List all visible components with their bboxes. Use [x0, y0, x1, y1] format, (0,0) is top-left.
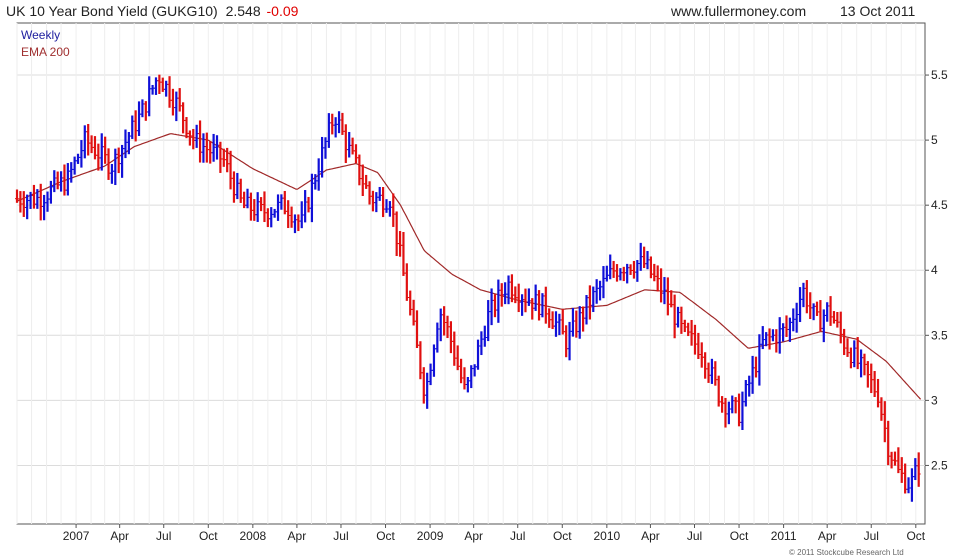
- chart-title-text: UK 10 Year Bond Yield (GUKG10): [6, 3, 218, 19]
- x-tick-label: Apr: [464, 529, 483, 543]
- y-tick-label: 5.5: [931, 68, 948, 82]
- x-tick-label: 2010: [593, 529, 620, 543]
- y-tick-label: 3.5: [931, 328, 948, 342]
- x-tick-label: 2008: [239, 529, 266, 543]
- x-tick-label: Oct: [199, 529, 218, 543]
- x-tick-label: Apr: [641, 529, 660, 543]
- x-tick-label: Oct: [730, 529, 749, 543]
- plot-area: [16, 22, 926, 525]
- copyright-credit: © 2011 Stockcube Research Ltd: [789, 548, 904, 557]
- x-tick-label: Jul: [510, 529, 525, 543]
- x-axis: 2007 Apr Jul Oct 2008 Apr Jul Oct 2009 Apr Jul Oct 2…: [63, 524, 926, 543]
- x-tick-label: Jul: [687, 529, 702, 543]
- legend-weekly: Weekly: [21, 28, 60, 42]
- x-tick-label: 2011: [771, 529, 797, 543]
- x-tick-label: Apr: [288, 529, 307, 543]
- x-tick-label: Jul: [864, 529, 879, 543]
- x-tick-label: Oct: [906, 529, 925, 543]
- x-tick-label: Apr: [818, 529, 837, 543]
- y-tick-label: 2.5: [931, 458, 948, 472]
- x-tick-label: Apr: [110, 529, 129, 543]
- chart-title: UK 10 Year Bond Yield (GUKG10) 2.548 -0.…: [6, 3, 299, 19]
- y-tick-label: 5: [931, 133, 938, 147]
- y-tick-label: 4: [931, 263, 938, 277]
- x-tick-label: 2007: [63, 529, 90, 543]
- site-link[interactable]: www.fullermoney.com: [670, 3, 806, 19]
- legend-ema: EMA 200: [21, 45, 70, 59]
- change-value: -0.09: [267, 3, 299, 19]
- y-tick-label: 3: [931, 393, 938, 407]
- x-tick-label: 2009: [417, 529, 444, 543]
- x-tick-label: Oct: [376, 529, 395, 543]
- y-tick-label: 4.5: [931, 198, 948, 212]
- y-axis: 2.5 3 3.5 4 4.5 5 5.5: [925, 68, 948, 472]
- last-value: 2.548: [226, 3, 261, 19]
- x-tick-label: Oct: [553, 529, 572, 543]
- x-tick-label: Jul: [333, 529, 348, 543]
- chart-date: 13 Oct 2011: [840, 3, 915, 19]
- x-tick-label: Jul: [156, 529, 171, 543]
- bond-yield-chart: UK 10 Year Bond Yield (GUKG10) 2.548 -0.…: [6, 3, 948, 557]
